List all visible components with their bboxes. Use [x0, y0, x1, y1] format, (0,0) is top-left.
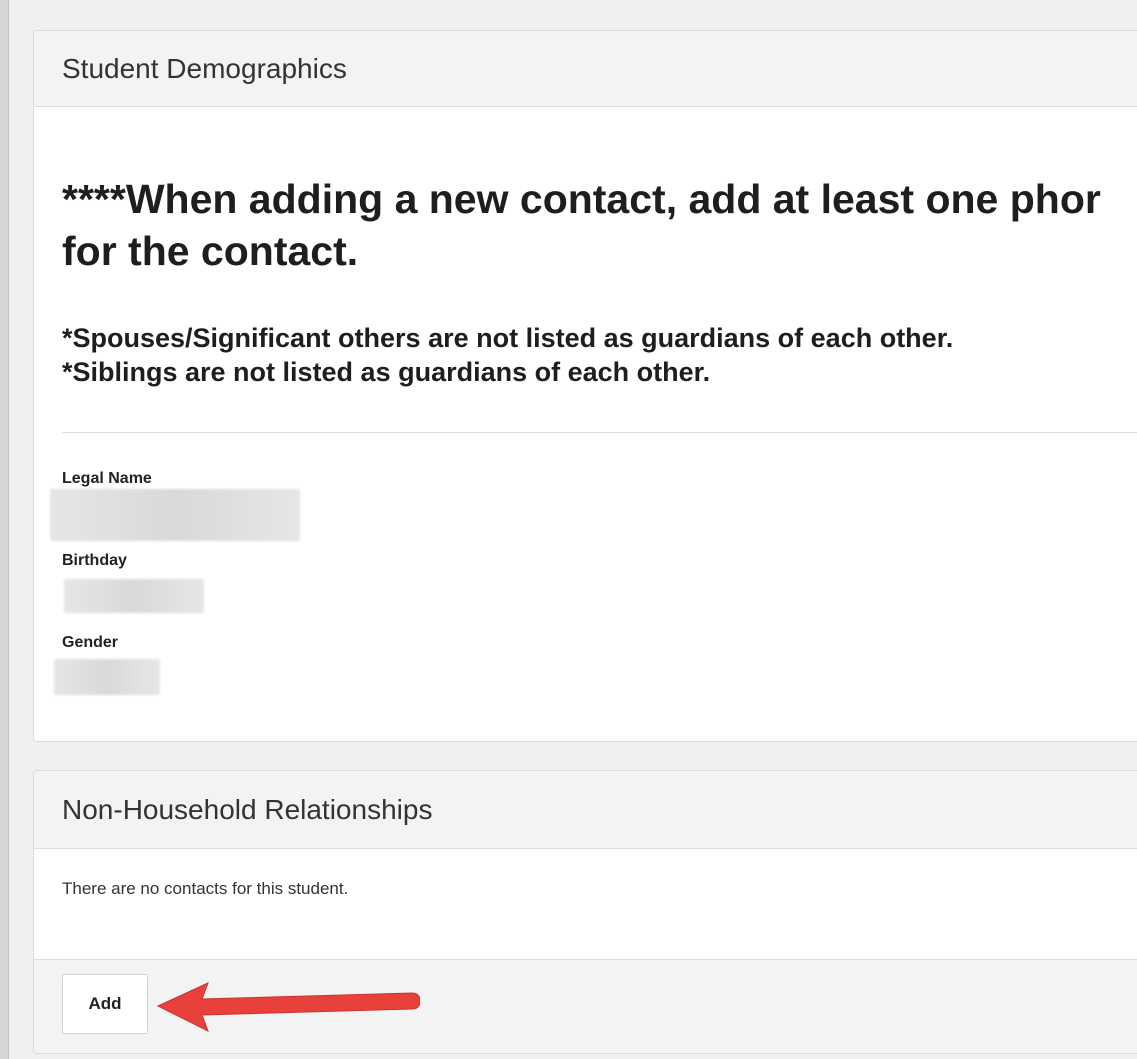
rule-spouses: *Spouses/Significant others are not list…: [62, 323, 954, 353]
section-divider: [62, 432, 1137, 433]
left-rail: [0, 0, 9, 1059]
no-contacts-message: There are no contacts for this student.: [62, 879, 349, 898]
birthday-value-redacted: [64, 579, 204, 613]
red-arrow-icon: [156, 982, 420, 1033]
notice-line-1: ****When adding a new contact, add at le…: [62, 176, 1101, 222]
non-household-relationships-header: Non-Household Relationships: [34, 771, 1137, 849]
notice-line-2: for the contact.: [62, 228, 359, 274]
contact-phone-notice: ****When adding a new contact, add at le…: [62, 173, 1137, 277]
gender-label: Gender: [62, 634, 119, 651]
gender-value-redacted: [54, 659, 160, 695]
student-demographics-card: Student Demographics ****When adding a n…: [33, 30, 1137, 742]
non-household-relationships-title: Non-Household Relationships: [62, 793, 433, 825]
legal-name-value-redacted: [50, 489, 300, 541]
student-demographics-header: Student Demographics: [34, 31, 1137, 107]
add-contact-button[interactable]: Add: [62, 974, 148, 1034]
rule-siblings: *Siblings are not listed as guardians of…: [62, 357, 711, 387]
guardian-rules: *Spouses/Significant others are not list…: [62, 321, 953, 389]
birthday-label: Birthday: [62, 552, 127, 569]
student-demographics-title: Student Demographics: [62, 52, 347, 84]
legal-name-label: Legal Name: [62, 470, 152, 487]
